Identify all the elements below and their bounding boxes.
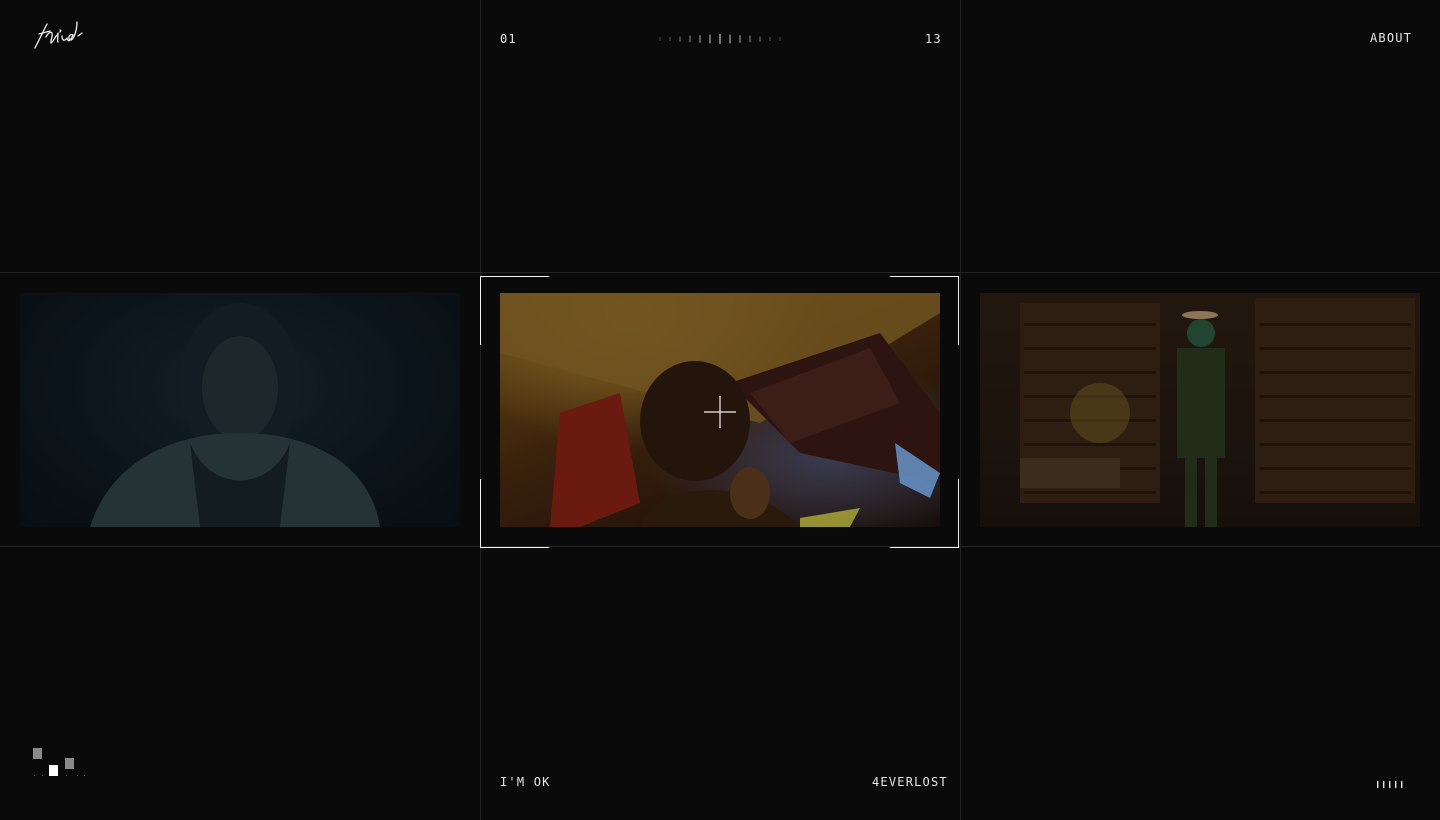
- frame-corner-bottom-left: [480, 479, 549, 548]
- frame-corner-bottom-right: [890, 479, 959, 548]
- current-project-title[interactable]: I'M OK: [500, 775, 551, 789]
- slide-counter-total: 13: [925, 32, 942, 46]
- next-project-title[interactable]: 4EVERLOST: [872, 775, 948, 789]
- grid-line-vertical: [480, 0, 481, 820]
- pixel-squares-icon[interactable]: [30, 746, 90, 780]
- grid-line-vertical: [960, 0, 961, 820]
- project-thumbnail-previous[interactable]: [20, 293, 460, 527]
- project-thumbnail-next[interactable]: [980, 293, 1420, 527]
- slide-counter-current: 01: [500, 32, 517, 46]
- sound-bars-icon[interactable]: [1377, 780, 1405, 789]
- frame-corner-top-right: [890, 276, 959, 345]
- library-scene-image: [980, 293, 1420, 527]
- brand-logo[interactable]: [32, 20, 84, 54]
- nav-about-link[interactable]: ABOUT: [1370, 31, 1412, 45]
- frame-corner-top-left: [480, 276, 549, 345]
- slide-progress-ticks[interactable]: [650, 34, 790, 44]
- grid-line-horizontal: [0, 272, 1440, 273]
- grid-line-horizontal: [0, 546, 1440, 547]
- portrait-figure-image: [20, 293, 460, 527]
- crosshair-icon: [704, 396, 736, 428]
